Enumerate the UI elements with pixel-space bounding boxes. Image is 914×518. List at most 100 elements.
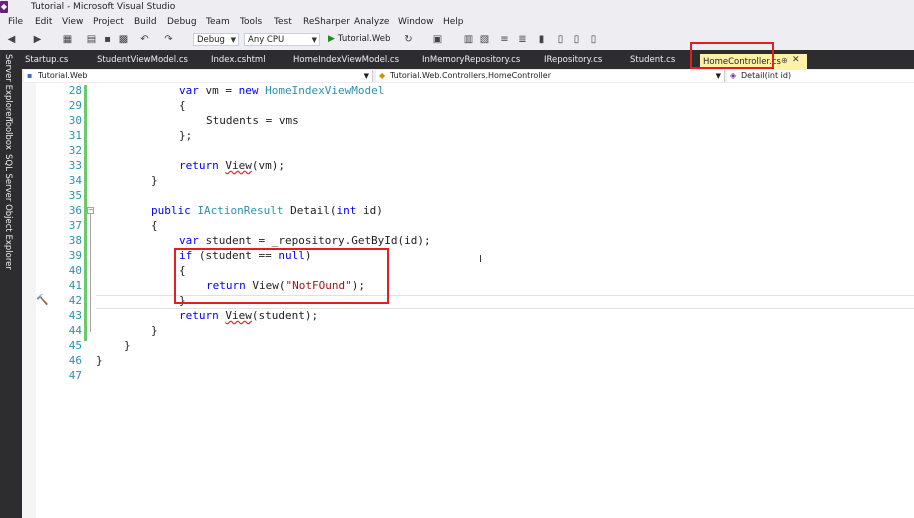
clear-bookmarks-icon[interactable]: ▯ xyxy=(588,34,599,45)
line-number: 29 xyxy=(68,99,82,112)
window-title: Tutorial - Microsoft Visual Studio xyxy=(31,2,176,12)
class-icon: ◆ xyxy=(379,71,386,80)
close-icon[interactable]: ✕ xyxy=(792,55,800,65)
line-number: 47 xyxy=(68,369,82,382)
side-tool-rail: Server Explorer Toolbox SQL Server Objec… xyxy=(0,50,22,518)
line-number: 43 xyxy=(68,309,82,322)
menu-view[interactable]: View xyxy=(62,17,83,27)
line-number: 41 xyxy=(68,279,82,292)
line-number: 34 xyxy=(68,174,82,187)
line-number: 28 xyxy=(68,84,82,97)
refresh-icon[interactable]: ↻ xyxy=(403,34,414,45)
configuration-select[interactable]: Debug ▼ xyxy=(193,33,239,46)
type-dropdown[interactable]: ◆ Tutorial.Web.Controllers.HomeControlle… xyxy=(376,70,725,82)
comment-icon[interactable]: ≡ xyxy=(499,34,510,45)
code-line-37: { xyxy=(151,219,158,232)
menu-tools[interactable]: Tools xyxy=(240,17,262,27)
toolbox-tab[interactable]: Toolbox xyxy=(3,118,13,150)
tab-homeindexviewmodel[interactable]: HomeIndexViewModel.cs xyxy=(293,55,399,65)
title-bar: ◆ Tutorial - Microsoft Visual Studio xyxy=(0,0,914,15)
browser-link-icon[interactable]: ▣ xyxy=(432,34,443,45)
properties-icon[interactable]: ▧ xyxy=(479,34,490,45)
code-line-31: }; xyxy=(179,129,193,142)
menu-file[interactable]: File xyxy=(8,17,23,27)
line-number: 35 xyxy=(68,189,82,202)
toolbar: ◀ ▶ ▦ ▤ ▪ ▩ ↶ ↷ Debug ▼ Any CPU ▼ ↻ ▣ ▥ … xyxy=(0,30,914,50)
next-bookmark-icon[interactable]: ▯ xyxy=(571,34,582,45)
type-dropdown-value: Tutorial.Web.Controllers.HomeController xyxy=(390,71,551,80)
code-line-29: { xyxy=(179,99,186,112)
chevron-down-icon: ▼ xyxy=(363,72,369,80)
line-number: 42 xyxy=(68,294,82,307)
menu-edit[interactable]: Edit xyxy=(35,17,52,27)
project-dropdown-value: Tutorial.Web xyxy=(38,71,88,80)
annotation-highlight-tab xyxy=(690,42,774,69)
tab-irepository[interactable]: IRepository.cs xyxy=(544,55,602,65)
tab-startup[interactable]: Startup.cs xyxy=(25,55,68,65)
line-number: 31 xyxy=(68,129,82,142)
menu-analyze[interactable]: Analyze xyxy=(354,17,389,27)
line-number: 44 xyxy=(68,324,82,337)
solution-explorer-icon[interactable]: ▥ xyxy=(463,34,474,45)
menu-bar: File Edit View Project Build Debug Team … xyxy=(0,15,914,30)
new-project-icon[interactable]: ▦ xyxy=(62,34,73,45)
uncomment-icon[interactable]: ≣ xyxy=(517,34,528,45)
code-line-36: public IActionResult Detail(int id) xyxy=(151,204,383,217)
annotation-highlight-code xyxy=(174,248,389,304)
project-dropdown[interactable]: ▪ Tutorial.Web ▼ xyxy=(24,70,373,82)
code-line-34: } xyxy=(151,174,158,187)
prev-bookmark-icon[interactable]: ▯ xyxy=(555,34,566,45)
open-folder-icon[interactable]: ▤ xyxy=(86,34,97,45)
line-number: 32 xyxy=(68,144,82,157)
visual-studio-logo-icon: ◆ xyxy=(0,1,8,13)
menu-help[interactable]: Help xyxy=(443,17,464,27)
tab-index-cshtml[interactable]: Index.cshtml xyxy=(211,55,266,65)
start-target-label: Tutorial.Web xyxy=(337,34,391,44)
tab-student[interactable]: Student.cs xyxy=(630,55,675,65)
line-number: 30 xyxy=(68,114,82,127)
menu-build[interactable]: Build xyxy=(134,17,157,27)
nav-back-icon[interactable]: ◀ xyxy=(6,34,17,45)
line-number: 40 xyxy=(68,264,82,277)
menu-team[interactable]: Team xyxy=(206,17,230,27)
code-line-38: var student = _repository.GetById(id); xyxy=(179,234,431,247)
chevron-down-icon: ▼ xyxy=(715,72,721,80)
code-line-30: Students = vms xyxy=(206,114,299,127)
line-number: 37 xyxy=(68,219,82,232)
collapse-icon[interactable]: − xyxy=(87,207,94,214)
chevron-down-icon: ▼ xyxy=(311,36,317,44)
undo-icon[interactable]: ↶ xyxy=(139,34,150,45)
code-line-33: return View(vm); xyxy=(179,159,285,172)
save-all-icon[interactable]: ▩ xyxy=(118,34,129,45)
nav-forward-icon[interactable]: ▶ xyxy=(32,34,43,45)
line-number: 38 xyxy=(68,234,82,247)
menu-window[interactable]: Window xyxy=(398,17,434,27)
tab-inmemoryrepository[interactable]: InMemoryRepository.cs xyxy=(422,55,520,65)
line-number: 45 xyxy=(68,339,82,352)
code-line-28: var vm = new HomeIndexViewModel xyxy=(179,84,385,97)
redo-icon[interactable]: ↷ xyxy=(163,34,174,45)
member-dropdown-value: Detail(int id) xyxy=(741,71,792,80)
start-debugging-button[interactable]: ▶ Tutorial.Web xyxy=(328,34,390,44)
configuration-value: Debug xyxy=(197,35,225,45)
play-icon: ▶ xyxy=(328,34,335,44)
member-dropdown[interactable]: ◈ Detail(int id) xyxy=(727,70,914,82)
bookmark-icon[interactable]: ▮ xyxy=(536,34,547,45)
menu-debug[interactable]: Debug xyxy=(167,17,197,27)
platform-value: Any CPU xyxy=(248,35,285,45)
menu-project[interactable]: Project xyxy=(93,17,124,27)
menu-resharper[interactable]: ReSharper xyxy=(303,17,350,27)
line-number: 46 xyxy=(68,354,82,367)
line-number: 33 xyxy=(68,159,82,172)
line-number: 39 xyxy=(68,249,82,262)
tab-studentviewmodel[interactable]: StudentViewModel.cs xyxy=(97,55,188,65)
code-line-43: return View(student); xyxy=(179,309,319,322)
menu-test[interactable]: Test xyxy=(274,17,292,27)
save-icon[interactable]: ▪ xyxy=(102,34,113,45)
server-explorer-tab[interactable]: Server Explorer xyxy=(3,54,13,120)
method-icon: ◈ xyxy=(730,71,737,80)
pin-icon[interactable]: ⊕ xyxy=(781,56,788,65)
sql-server-object-explorer-tab[interactable]: SQL Server Object Explorer xyxy=(3,154,13,270)
platform-select[interactable]: Any CPU ▼ xyxy=(244,33,320,46)
chevron-down-icon: ▼ xyxy=(230,36,236,44)
